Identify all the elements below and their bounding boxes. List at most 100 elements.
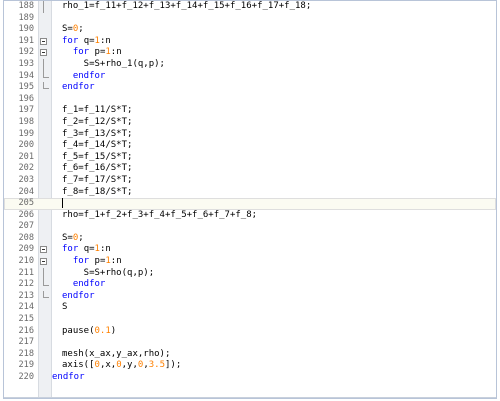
code-line[interactable]: 202 f_6=f_16/S*T;	[4, 163, 496, 175]
code-line[interactable]: 188 rho_1=f_11+f_12+f_13+f_14+f_15+f_16+f…	[4, 1, 496, 13]
code-line[interactable]: 191 for q=1:n	[4, 36, 496, 48]
code-token: f_1=f_11/S*T;	[62, 105, 133, 116]
code-line[interactable]: 212 endfor	[4, 279, 496, 291]
code-line[interactable]: 200 f_4=f_14/S*T;	[4, 140, 496, 152]
code-token: f_5=f_15/S*T;	[62, 151, 133, 162]
fold-end-marker	[43, 279, 49, 287]
fold-end-marker	[43, 70, 49, 78]
code-text: endfor	[52, 372, 85, 384]
code-line[interactable]: 218 mesh(x_ax,y_ax,rho);	[4, 349, 496, 361]
code-line[interactable]: 199 f_3=f_13/S*T;	[4, 129, 496, 141]
code-text: rho=f_1+f_2+f_3+f_4+f_5+f_6+f_7+f_8;	[62, 210, 257, 222]
code-text: endfor	[62, 82, 95, 94]
code-line[interactable]: 194 endfor	[4, 70, 496, 83]
line-number: 199	[18, 128, 34, 139]
fold-collapse-icon[interactable]	[40, 246, 47, 254]
line-number: 220	[18, 372, 34, 382]
line-number: 209	[18, 244, 34, 255]
code-line[interactable]: 204 f_8=f_18/S*T;	[4, 187, 496, 199]
code-text: S=0;	[62, 24, 84, 36]
code-token: :n	[99, 35, 111, 46]
code-line[interactable]: 215	[4, 314, 496, 326]
code-token: :n	[110, 256, 122, 267]
code-line[interactable]: 210 for p=1:n	[4, 256, 496, 268]
line-number: 189	[18, 12, 34, 23]
keyword-token: endfor	[62, 82, 95, 93]
keyword-token: endfor	[52, 372, 85, 382]
line-number: 200	[18, 140, 34, 151]
code-line[interactable]: 203 f_7=f_17/S*T;	[4, 175, 496, 187]
code-line[interactable]: 197 f_1=f_11/S*T;	[4, 105, 496, 117]
code-line[interactable]: 220 endfor	[4, 372, 496, 384]
code-line[interactable]: 189	[4, 13, 496, 25]
line-number: 219	[18, 360, 34, 371]
line-number: 195	[18, 82, 34, 93]
code-text: f_4=f_14/S*T;	[62, 140, 132, 152]
fold-collapse-icon[interactable]	[40, 49, 47, 57]
code-token: )	[110, 325, 117, 336]
code-line[interactable]: 207	[4, 221, 496, 233]
code-text: f_7=f_17/S*T;	[62, 175, 132, 187]
code-line[interactable]: 190 S=0;	[4, 24, 496, 36]
number-token: 0.1	[94, 325, 111, 336]
code-editor[interactable]: 188 rho_1=f_11+f_12+f_13+f_14+f_15+f_16+f…	[4, 1, 496, 398]
code-line[interactable]: 208 S=0;	[4, 233, 496, 245]
keyword-token: for	[62, 35, 84, 46]
code-token: S=S+rho(q,p);	[62, 267, 155, 278]
line-number: 214	[18, 302, 34, 313]
line-number: 188	[18, 1, 34, 11]
code-line[interactable]: 216 pause(0.1)	[4, 326, 496, 338]
code-token: S	[62, 302, 68, 313]
code-line[interactable]: 211 S=S+rho(q,p);	[4, 267, 496, 280]
code-token: rho=f_1+f_2+f_3+f_4+f_5+f_6+f_7+f_8;	[62, 209, 258, 220]
code-token: mesh(x_ax,y_ax,rho);	[62, 348, 171, 359]
fold-line-marker	[43, 267, 44, 280]
code-token: f_2=f_12/S*T;	[62, 116, 133, 127]
code-text: f_2=f_12/S*T;	[62, 117, 132, 129]
code-text: f_6=f_16/S*T;	[62, 163, 132, 175]
code-text: f_5=f_15/S*T;	[62, 152, 132, 164]
code-line[interactable]: 193 S=S+rho_1(q,p);	[4, 58, 496, 71]
code-token: ;	[78, 24, 84, 35]
code-line[interactable]: 219 axis([0,x,0,y,0,3.5]);	[4, 360, 496, 372]
line-number: 211	[18, 267, 34, 278]
code-line[interactable]: 209 for q=1:n	[4, 244, 496, 256]
code-line[interactable]: 217	[4, 337, 496, 349]
line-number: 190	[18, 24, 34, 35]
code-token: rho_1=f_11+f_12+f_13+f_14+f_15+f_16+f_17…	[62, 1, 312, 11]
line-number: 207	[18, 221, 34, 232]
code-text: endfor	[62, 279, 106, 291]
editor-bottom-border	[4, 397, 496, 398]
code-line[interactable]: 195 endfor	[4, 82, 496, 94]
code-text: S=S+rho_1(q,p);	[62, 59, 165, 71]
line-number: 201	[18, 151, 34, 162]
code-line[interactable]: 206 rho=f_1+f_2+f_3+f_4+f_5+f_6+f_7+f_8;	[4, 210, 496, 222]
line-number: 213	[18, 290, 34, 301]
code-line[interactable]: 214 S	[4, 302, 496, 314]
code-token: f_4=f_14/S*T;	[62, 140, 133, 151]
code-text: f_1=f_11/S*T;	[62, 105, 132, 117]
code-line[interactable]: 201 f_5=f_15/S*T;	[4, 152, 496, 164]
code-token: f_3=f_13/S*T;	[62, 128, 133, 139]
keyword-token: for	[62, 244, 84, 255]
code-text: endfor	[62, 291, 95, 303]
line-number: 205	[18, 198, 34, 209]
line-number: 203	[18, 174, 34, 185]
fold-line-marker	[43, 58, 44, 71]
code-line[interactable]: 205	[4, 198, 496, 210]
fold-collapse-icon[interactable]	[40, 37, 47, 45]
code-line[interactable]: 196	[4, 94, 496, 106]
keyword-token: endfor	[62, 290, 95, 301]
text-cursor	[62, 198, 63, 209]
code-line[interactable]: 198 f_2=f_12/S*T;	[4, 117, 496, 129]
code-line[interactable]: 192 for p=1:n	[4, 47, 496, 59]
code-text: for p=1:n	[62, 256, 122, 268]
number-token: 3.5	[148, 360, 165, 371]
code-line[interactable]: 213 endfor	[4, 290, 496, 303]
code-token: S=	[62, 24, 73, 35]
fold-collapse-icon[interactable]	[40, 258, 47, 266]
line-number: 218	[18, 348, 34, 359]
